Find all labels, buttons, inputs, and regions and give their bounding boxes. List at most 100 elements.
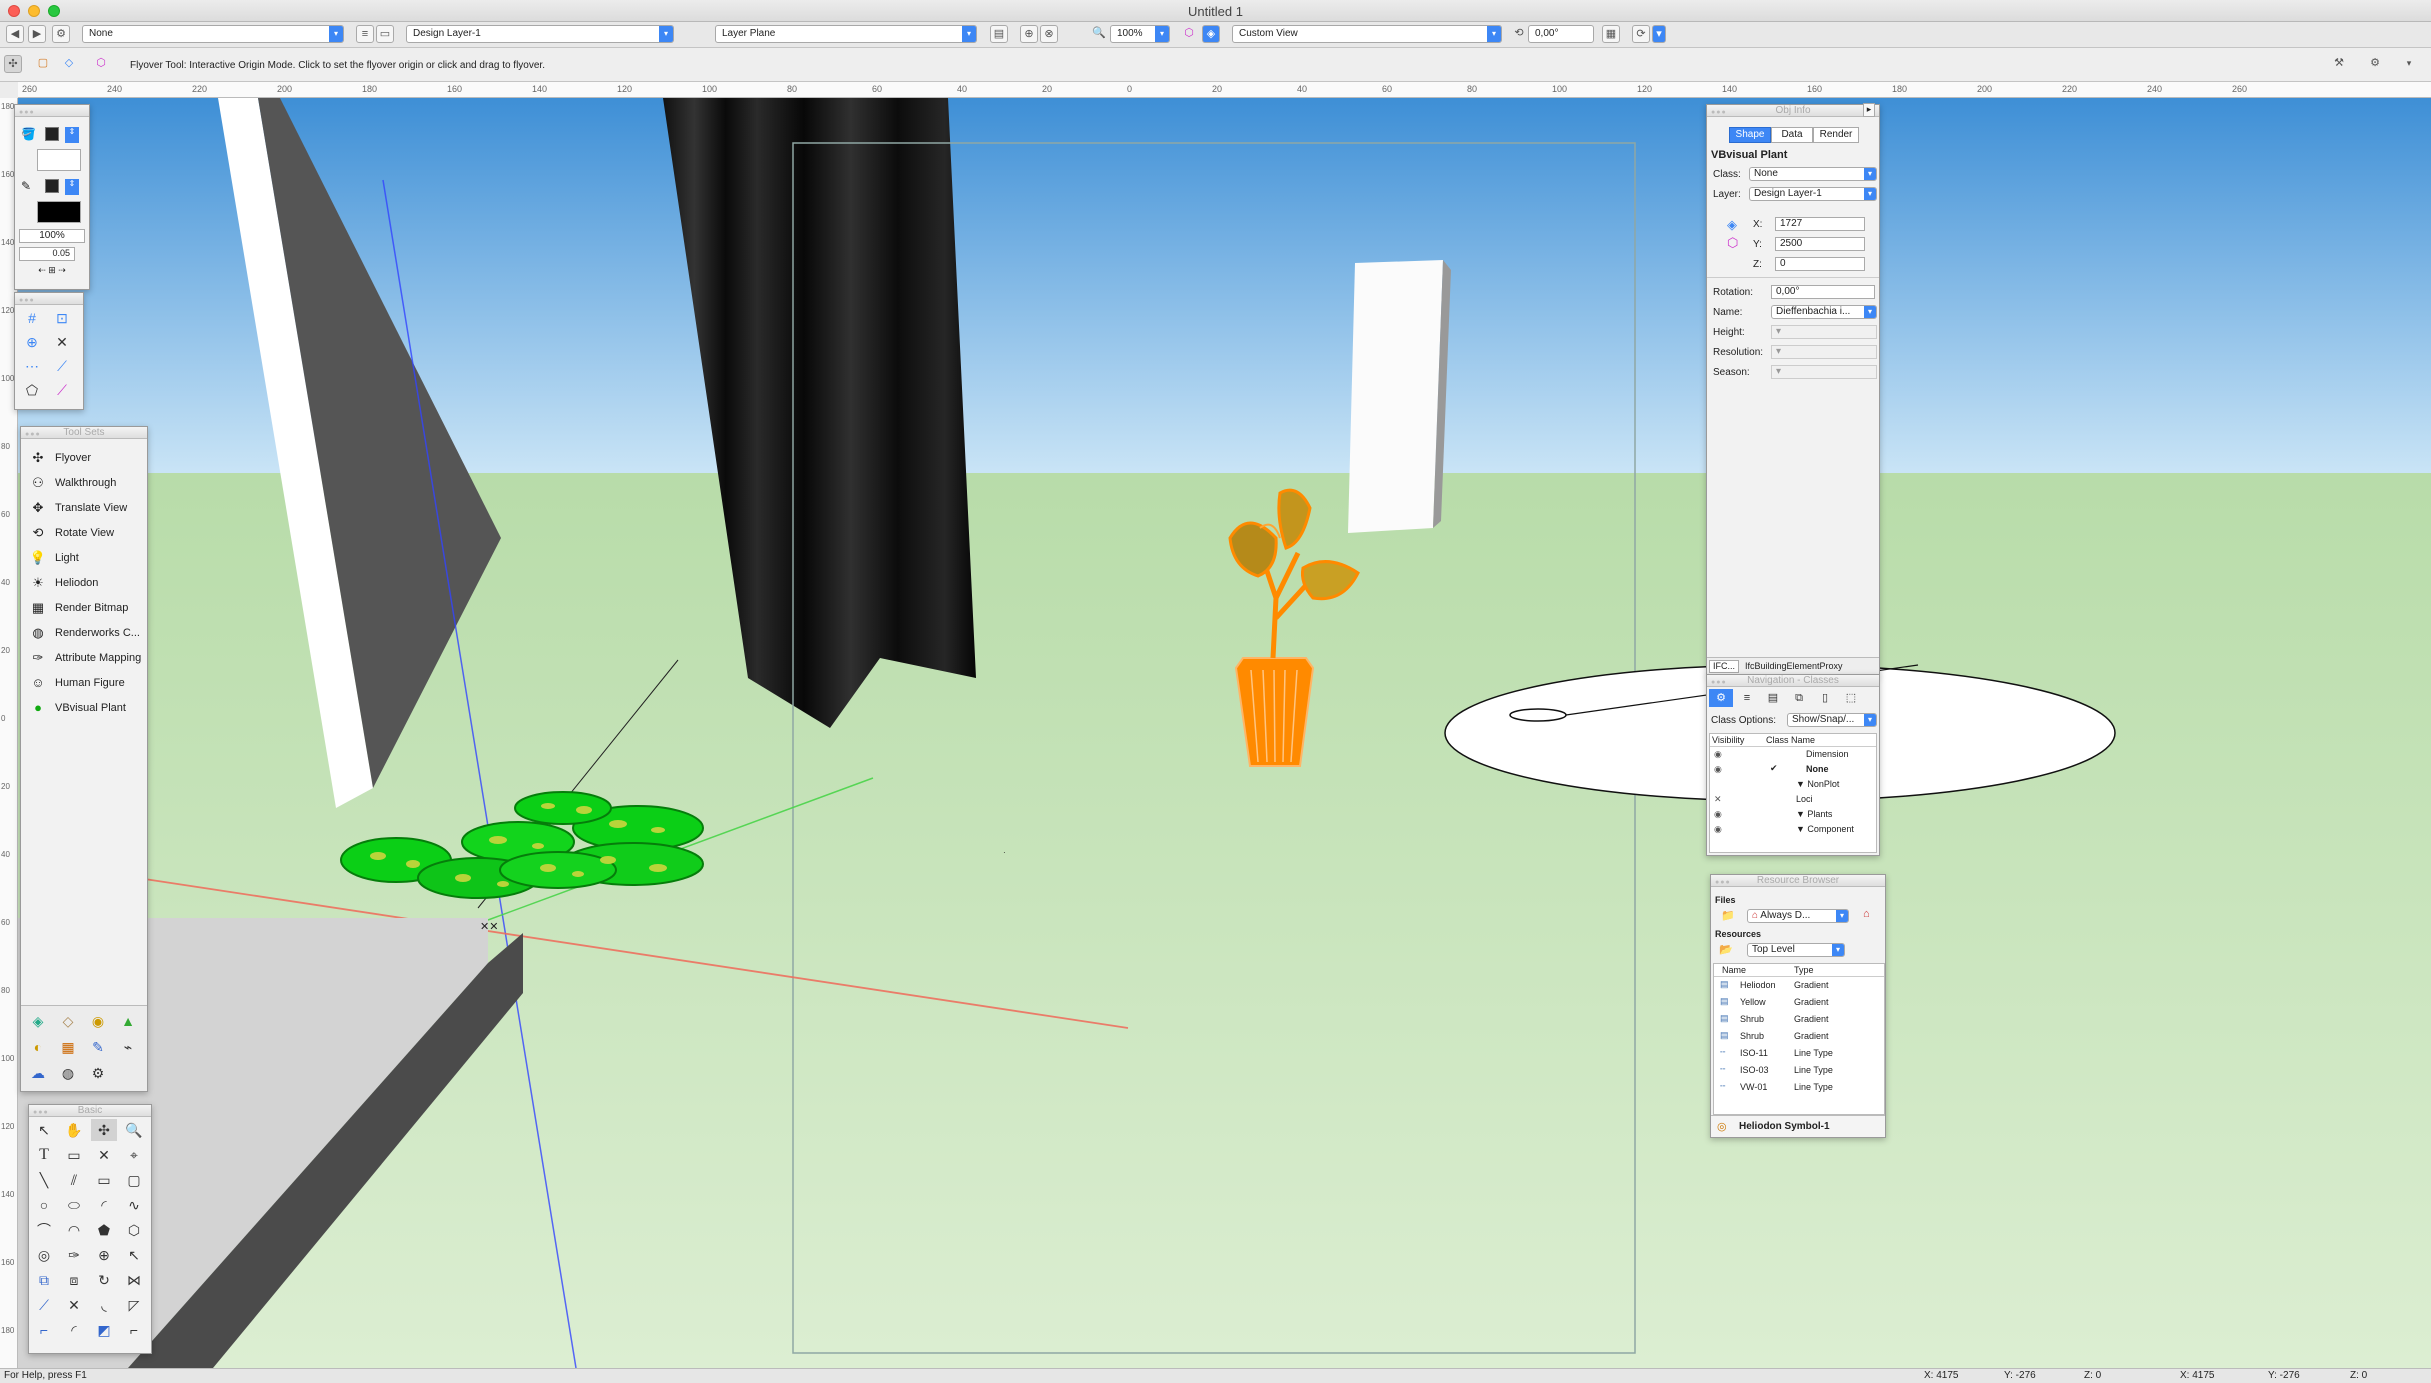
cube-mode-icon[interactable]: ▢ <box>34 55 52 73</box>
forward-arrow-icon[interactable]: ▶ <box>28 25 46 43</box>
view-mode-icon[interactable]: ◇ <box>60 55 78 73</box>
zoom-select[interactable]: 100% ▾ <box>1110 25 1170 43</box>
toolset-dims-icon[interactable]: ✎ <box>85 1036 111 1058</box>
pen-color-swatch[interactable] <box>37 201 81 223</box>
snapping-palette-titlebar[interactable]: ●●● <box>15 293 83 305</box>
flyover-mode-icon[interactable]: ✣ <box>4 55 22 73</box>
visibility-icon[interactable]: ◉ <box>1714 824 1722 835</box>
nav-layers-icon[interactable]: ≡ <box>1735 689 1759 707</box>
preferences-gear-icon[interactable]: ⚙ <box>2366 55 2384 73</box>
layer-select[interactable]: Design Layer-1 ▾ <box>1749 187 1877 201</box>
class-row[interactable]: ▼ NonPlot <box>1710 777 1876 792</box>
nav-classes-icon[interactable]: ⚙ <box>1709 689 1733 707</box>
view-select[interactable]: Custom View ▾ <box>1232 25 1502 43</box>
dimension-tool-icon[interactable]: ⊕ <box>91 1244 117 1266</box>
nav-sheets-icon[interactable]: ▤ <box>1761 689 1785 707</box>
zoom-tool-icon[interactable]: 🔍 <box>121 1119 147 1141</box>
double-line-tool-icon[interactable]: ⫽ <box>61 1169 87 1191</box>
file-select[interactable]: ⌂ Always D... ▾ <box>1747 909 1849 923</box>
toolset-fabric-icon[interactable]: ⌁ <box>115 1036 141 1058</box>
plant-name-select[interactable]: Dieffenbachia i... ▾ <box>1771 305 1877 319</box>
loci-tool-icon[interactable]: ✕ <box>91 1144 117 1166</box>
circle-tool-icon[interactable]: ○ <box>31 1194 57 1216</box>
plan-rotation-field[interactable]: 0,00° <box>1528 25 1594 43</box>
resource-row[interactable]: ╌ ISO-03 Line Type <box>1714 1062 1884 1079</box>
tool-vbvisual-plant[interactable]: ● VBvisual Plant <box>21 695 147 720</box>
drawing-viewport[interactable]: ✕✕ · <box>18 98 2431 1368</box>
toolset-building-icon[interactable]: ◇ <box>55 1010 81 1032</box>
regular-polygon-tool-icon[interactable]: ⬡ <box>121 1219 147 1241</box>
rotation-field[interactable]: 0,00° <box>1771 285 1875 299</box>
visibility-column-header[interactable]: Visibility <box>1712 735 1744 745</box>
tool-sets-titlebar[interactable]: ●●● Tool Sets <box>21 427 147 439</box>
type-column-header[interactable]: Type <box>1794 965 1814 975</box>
attributes-palette-titlebar[interactable]: ●●● <box>15 105 89 117</box>
resolution-select[interactable]: ▾ <box>1771 345 1877 359</box>
class-name-column-header[interactable]: Class Name <box>1766 735 1815 745</box>
nav-viewports-icon[interactable]: ⧉ <box>1787 689 1811 707</box>
oval-tool-icon[interactable]: ⬭ <box>61 1194 87 1216</box>
active-class-select[interactable]: None ▾ <box>82 25 344 43</box>
tab-shape[interactable]: Shape <box>1729 127 1771 143</box>
name-column-header[interactable]: Name <box>1722 965 1746 975</box>
season-select[interactable]: ▾ <box>1771 365 1877 379</box>
pen-style-swatch[interactable] <box>45 179 59 193</box>
snap-grid-icon[interactable]: # <box>19 307 45 329</box>
ifc-button[interactable]: IFC... <box>1709 660 1739 673</box>
offset-tool-icon[interactable]: ⧈ <box>61 1269 87 1291</box>
attribute-mapping-tool-icon[interactable]: ✑ <box>61 1244 87 1266</box>
tool-translate-view[interactable]: ✥ Translate View <box>21 495 147 520</box>
layer-view-icon[interactable]: ⟳ <box>1632 25 1650 43</box>
opacity-field[interactable]: 100% <box>19 229 85 243</box>
class-select[interactable]: None ▾ <box>1749 167 1877 181</box>
toolset-site-icon[interactable]: ◈ <box>25 1010 51 1032</box>
snap-angle-icon[interactable]: ⊕ <box>19 331 45 353</box>
class-row[interactable]: ◉ ▼ Component <box>1710 822 1876 837</box>
snap-point-icon[interactable]: ⬠ <box>19 379 45 401</box>
visibility-icon[interactable]: ✕ <box>1714 794 1722 805</box>
zoom-previous-icon[interactable]: ⊗ <box>1040 25 1058 43</box>
eyedropper-attr-tool-icon[interactable]: ◩ <box>91 1319 117 1341</box>
visibility-icon[interactable]: ◉ <box>1714 764 1722 775</box>
class-row[interactable]: ✕ Loci <box>1710 792 1876 807</box>
x-field[interactable]: 1727 <box>1775 217 1865 231</box>
tool-render-bitmap[interactable]: ▦ Render Bitmap <box>21 595 147 620</box>
height-select[interactable]: ▾ <box>1771 325 1877 339</box>
fill-style-swatch[interactable] <box>45 127 59 141</box>
class-options-select[interactable]: Show/Snap/... ▾ <box>1787 713 1877 727</box>
freehand-tool-icon[interactable]: ∿ <box>121 1194 147 1216</box>
snapping-icon[interactable]: ⚒ <box>2330 55 2348 73</box>
active-layer-select[interactable]: Design Layer-1 ▾ <box>406 25 674 43</box>
toolset-lighting-icon[interactable]: ◐ <box>25 1036 51 1058</box>
selected-resource-preview[interactable]: ◎ Heliodon Symbol-1 <box>1711 1115 1885 1137</box>
arc-tool-icon[interactable]: ◜ <box>91 1194 117 1216</box>
class-visibility-icon[interactable]: ⚙ <box>52 25 70 43</box>
toolset-camera-icon[interactable]: ☁ <box>25 1062 51 1084</box>
tool-walkthrough[interactable]: ⚇ Walkthrough <box>21 470 147 495</box>
y-field[interactable]: 2500 <box>1775 237 1865 251</box>
toolset-landscape-icon[interactable]: ▲ <box>115 1010 141 1032</box>
saved-views-icon[interactable]: ▤ <box>990 25 1008 43</box>
resource-row[interactable]: ▤ Shrub Gradient <box>1714 1011 1884 1028</box>
zoom-fit-icon[interactable]: ⊕ <box>1020 25 1038 43</box>
navigation-titlebar[interactable]: ●●● Navigation - Classes <box>1707 675 1879 687</box>
fillet-tool-icon[interactable]: ◟ <box>91 1294 117 1316</box>
snap-object-icon[interactable]: ⊡ <box>49 307 75 329</box>
rounded-rectangle-tool-icon[interactable]: ▢ <box>121 1169 147 1191</box>
clip-tool-icon[interactable]: ⌐ <box>31 1319 57 1341</box>
mirror-tool-icon[interactable]: ⧉ <box>31 1269 57 1291</box>
fill-color-swatch[interactable] <box>37 149 81 171</box>
mirror-flip-tool-icon[interactable]: ⋈ <box>121 1269 147 1291</box>
tool-attribute-mapping[interactable]: ✑ Attribute Mapping <box>21 645 147 670</box>
split-tool-icon[interactable]: ✕ <box>61 1294 87 1316</box>
level-select[interactable]: Top Level ▾ <box>1747 943 1845 957</box>
class-row[interactable]: ◉ None ✔ <box>1710 762 1876 777</box>
class-row[interactable]: ◉ ▼ Plants <box>1710 807 1876 822</box>
toolset-gear-icon[interactable]: ⚙ <box>85 1062 111 1084</box>
working-plane-select[interactable]: Layer Plane ▾ <box>715 25 977 43</box>
flyover-tool-icon[interactable]: ✣ <box>91 1119 117 1141</box>
layer-options-icon[interactable]: ▭ <box>376 25 394 43</box>
snap-plane-icon[interactable]: ⟋ <box>49 379 75 401</box>
rotate-tool-icon[interactable]: ↻ <box>91 1269 117 1291</box>
fill-style-dropdown[interactable]: ⇕ <box>65 127 79 143</box>
